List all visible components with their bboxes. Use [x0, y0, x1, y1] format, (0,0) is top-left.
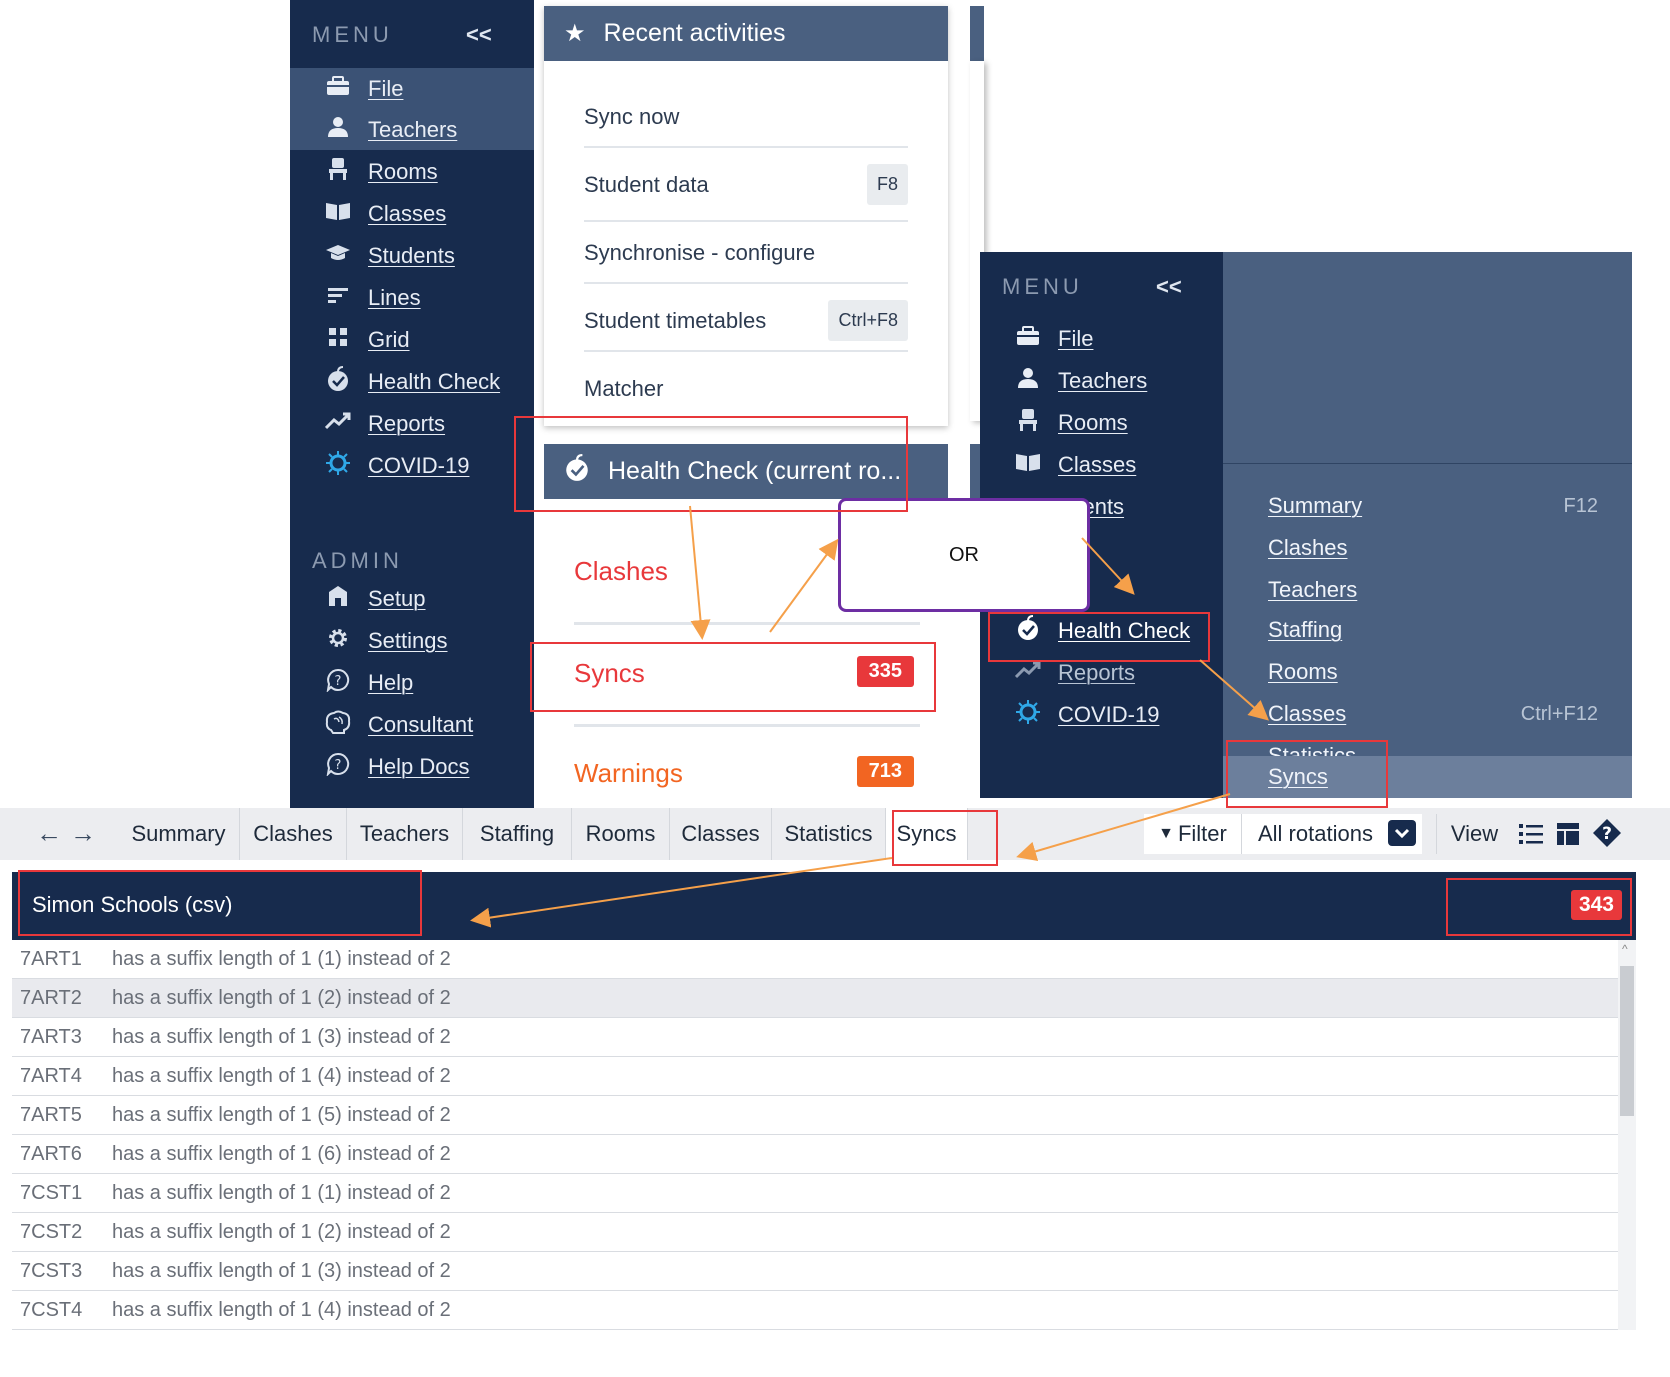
arrow-to-or — [769, 538, 839, 633]
arrow-to-results — [470, 857, 893, 928]
arrow-to-menu-health-check — [1081, 537, 1135, 595]
arrow-to-syncs — [689, 505, 711, 640]
arrow-to-tab-syncs — [1016, 793, 1231, 862]
arrow-to-submenu — [1199, 659, 1270, 721]
annotation-arrows — [470, 505, 1270, 928]
